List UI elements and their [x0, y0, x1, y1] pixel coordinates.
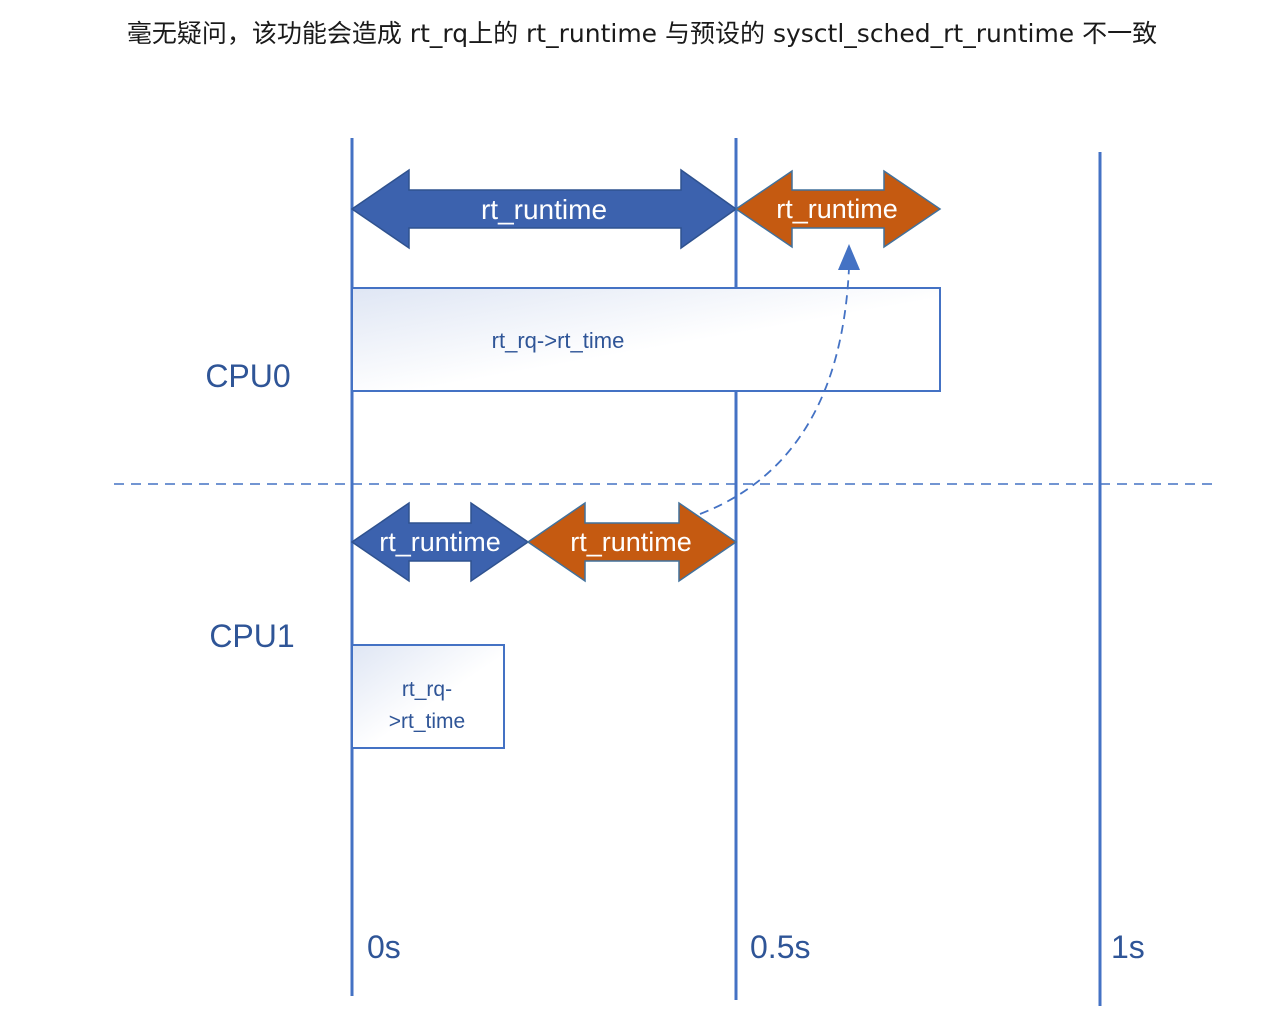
cpu0-rt-runtime-orange-label: rt_runtime — [776, 194, 898, 224]
cpu0-label: CPU0 — [205, 358, 290, 394]
rt-runtime-diagram: rt_rq->rt_time rt_rq- >rt_time rt_runtim… — [114, 138, 1212, 1006]
cpu1-rt-time-label-line1: rt_rq- — [402, 678, 452, 701]
cpu0-rt-time-label: rt_rq->rt_time — [492, 328, 625, 353]
cpu1-rt-time-label-line2: >rt_time — [389, 710, 465, 733]
tick-0-5s: 0.5s — [750, 929, 810, 965]
cpu1-label: CPU1 — [209, 618, 294, 654]
cpu1-rt-runtime-orange-label: rt_runtime — [570, 527, 692, 557]
tick-1s: 1s — [1111, 929, 1145, 965]
cpu1-rt-runtime-blue-label: rt_runtime — [379, 527, 501, 557]
cpu0-rt-runtime-blue-label: rt_runtime — [481, 194, 607, 225]
tick-0s: 0s — [367, 929, 401, 965]
cpu0-rt-time-box — [351, 287, 941, 392]
runtime-borrow-arrowhead — [838, 244, 860, 270]
